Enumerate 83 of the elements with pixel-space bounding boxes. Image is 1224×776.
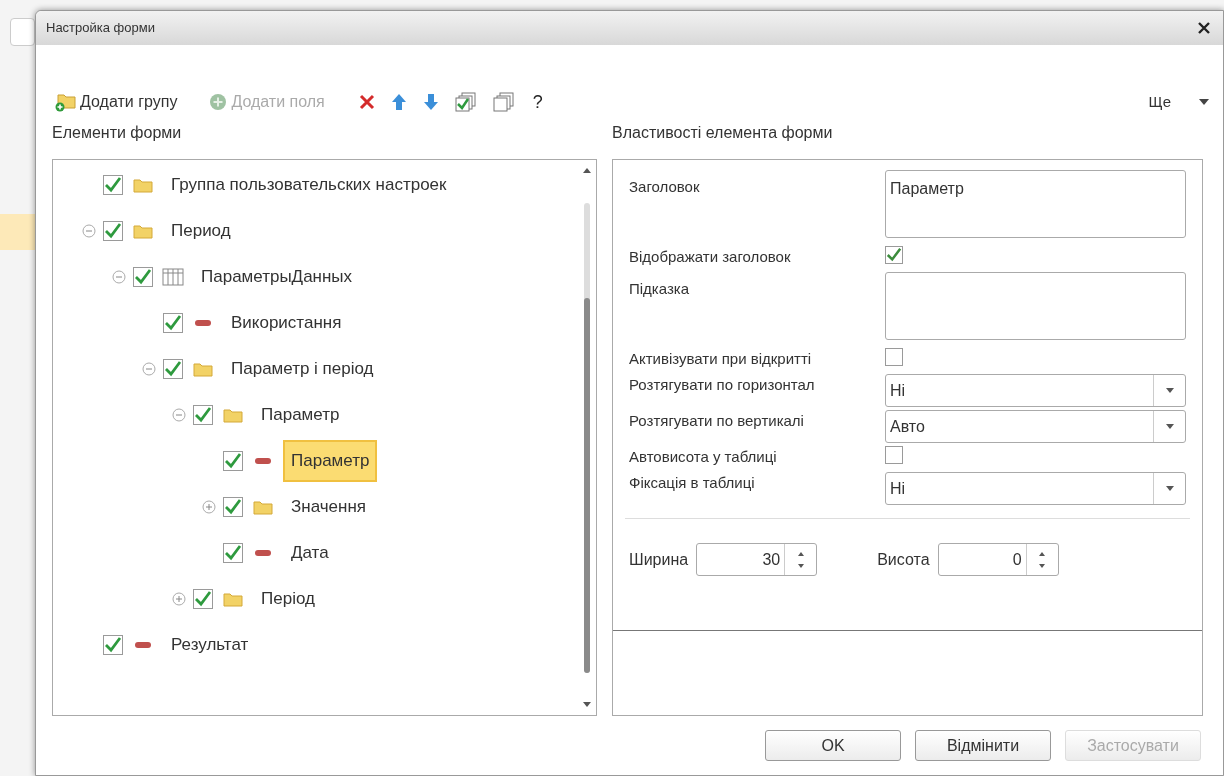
collapse-icon[interactable] — [142, 362, 156, 376]
tree-item[interactable]: Группа пользовательских настроек — [163, 164, 455, 206]
property-label: Підказка — [629, 279, 691, 299]
caret-icon — [1165, 486, 1174, 491]
number-field[interactable]: 30 — [696, 543, 818, 576]
tree-item[interactable]: ПараметрыДанных — [193, 256, 361, 298]
property-label: Заголовок — [629, 177, 701, 197]
property-label: Автовисота у таблиці — [629, 447, 778, 467]
help-button[interactable]: ? — [528, 88, 547, 116]
more-button[interactable]: Ще — [1148, 90, 1209, 114]
number-field[interactable]: 0 — [937, 543, 1059, 576]
spinner-label: Ширина — [629, 549, 689, 570]
background-highlight — [0, 214, 35, 250]
folder-icon — [253, 499, 273, 515]
text-area[interactable] — [885, 272, 1186, 340]
folder-icon — [223, 407, 243, 423]
checkbox[interactable] — [103, 635, 123, 655]
plus-circle-icon — [209, 93, 228, 111]
dialog-button[interactable]: OK — [765, 730, 901, 761]
panel-title: Елементи форми — [52, 123, 183, 143]
property-label: Розтягувати по горизонтал — [629, 375, 816, 395]
folder-icon — [133, 177, 153, 193]
property-label: Фіксація в таблиці — [629, 473, 756, 493]
caret-icon — [1165, 424, 1174, 429]
expand-icon[interactable] — [172, 592, 186, 606]
table-icon — [162, 268, 184, 286]
dropdown[interactable]: Ні — [885, 472, 1186, 505]
folder-plus-icon — [54, 92, 76, 112]
tree-item[interactable]: Використання — [223, 302, 350, 344]
tree-item[interactable]: Параметр — [283, 440, 378, 482]
collapse-icon[interactable] — [172, 408, 186, 422]
window-title: Настройка форми — [46, 19, 155, 38]
tree-item[interactable]: Значення — [283, 486, 375, 528]
folder-icon — [223, 591, 243, 607]
collapse-icon[interactable] — [82, 224, 96, 238]
tree-item[interactable]: Період — [253, 578, 323, 620]
dropdown[interactable]: Авто — [885, 410, 1186, 443]
tree-item[interactable]: Результат — [163, 624, 257, 666]
checkbox[interactable] — [885, 446, 903, 464]
scroll-down-icon[interactable] — [583, 702, 591, 707]
minus-icon — [135, 642, 151, 648]
folder-icon — [193, 361, 213, 377]
checkbox[interactable] — [163, 313, 183, 333]
checkbox[interactable] — [103, 221, 123, 241]
minus-icon — [195, 320, 211, 326]
minus-icon — [255, 458, 271, 464]
caret-icon — [1199, 99, 1209, 105]
checkbox[interactable] — [885, 246, 903, 264]
minus-icon — [255, 550, 271, 556]
checkbox[interactable] — [223, 543, 243, 563]
checkbox[interactable] — [163, 359, 183, 379]
collapse-icon[interactable] — [112, 270, 126, 284]
property-label: Активізувати при відкритті — [629, 349, 813, 369]
checkbox[interactable] — [223, 497, 243, 517]
tree-item[interactable]: Дата — [283, 532, 337, 574]
decrement-icon[interactable] — [1039, 563, 1046, 568]
checkbox[interactable] — [885, 348, 903, 366]
checkbox[interactable] — [133, 267, 153, 287]
checkbox[interactable] — [193, 405, 213, 425]
add-group-button[interactable]: Додати групу — [54, 90, 178, 114]
dropdown[interactable]: Ні — [885, 374, 1186, 407]
scroll-up-icon[interactable] — [583, 168, 591, 173]
increment-icon[interactable] — [1039, 551, 1046, 556]
check-all-button[interactable] — [452, 92, 479, 112]
folder-icon — [133, 223, 153, 239]
panel-title: Властивості елемента форми — [612, 123, 834, 143]
uncheck-all-button[interactable] — [490, 92, 517, 112]
text-area[interactable]: Параметр — [885, 170, 1186, 238]
tree-item[interactable]: Параметр — [253, 394, 348, 436]
increment-icon[interactable] — [797, 551, 804, 556]
checkbox[interactable] — [193, 589, 213, 609]
dialog-button[interactable]: Відмінити — [915, 730, 1051, 761]
checkbox[interactable] — [103, 175, 123, 195]
property-label: Відображати заголовок — [629, 247, 792, 267]
decrement-icon[interactable] — [797, 563, 804, 568]
tree-item[interactable]: Период — [163, 210, 239, 252]
checkbox[interactable] — [223, 451, 243, 471]
tree-item[interactable]: Параметр і період — [223, 348, 382, 390]
expand-icon[interactable] — [202, 500, 216, 514]
caret-icon — [1165, 388, 1174, 393]
property-label: Розтягувати по вертикалі — [629, 411, 805, 431]
close-button[interactable] — [1195, 21, 1213, 35]
spinner-label: Висота — [877, 549, 930, 570]
